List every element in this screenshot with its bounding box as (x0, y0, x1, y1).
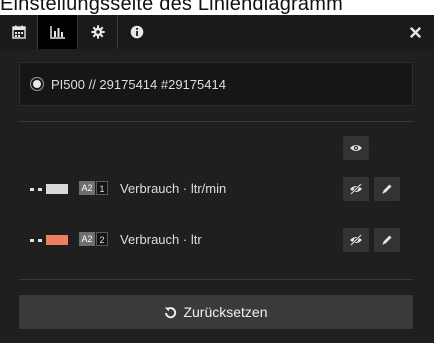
calendar-icon (11, 25, 26, 39)
line-style-icon (30, 239, 42, 242)
page-caption: Einstellungsseite des Liniendiagramm (0, 0, 343, 15)
close-button[interactable] (406, 23, 424, 41)
pencil-icon (382, 235, 392, 245)
reset-button[interactable]: Zurücksetzen (19, 295, 413, 329)
axis-badge: A2 (79, 181, 95, 195)
series-label: Verbrauch · ltr (120, 232, 202, 247)
tab-bar (0, 15, 434, 49)
series-color-swatch[interactable] (46, 184, 68, 194)
series-color-swatch[interactable] (46, 235, 68, 245)
divider (19, 121, 413, 122)
data-source-label: PI500 // 29175414 #29175414 (51, 76, 226, 92)
info-icon (130, 25, 144, 39)
gear-icon (90, 25, 105, 39)
toggle-all-visibility-button[interactable] (343, 136, 369, 160)
edit-series-button[interactable] (374, 177, 400, 201)
line-style-icon (30, 188, 42, 191)
settings-panel: PI500 // 29175414 #29175414 A2 1 Verbrau… (0, 15, 434, 343)
hide-series-button[interactable] (343, 177, 369, 201)
pencil-icon (382, 184, 392, 194)
series-label: Verbrauch · ltr/min (120, 181, 227, 196)
series-number-badge: 2 (96, 232, 108, 246)
tab-chart[interactable] (38, 15, 78, 49)
eye-slash-icon (350, 234, 362, 246)
tab-calendar[interactable] (0, 15, 38, 49)
series-row: A2 1 Verbrauch · ltr/min (0, 177, 434, 201)
tab-settings[interactable] (78, 15, 118, 49)
eye-slash-icon (350, 183, 362, 195)
radio-button[interactable] (33, 80, 41, 88)
close-icon (409, 26, 421, 38)
tab-info[interactable] (118, 15, 156, 49)
undo-icon (164, 306, 177, 319)
hide-series-button[interactable] (343, 228, 369, 252)
eye-icon (350, 145, 362, 151)
series-row: A2 2 Verbrauch · ltr (0, 228, 434, 252)
reset-label: Zurücksetzen (183, 304, 268, 320)
divider (19, 279, 413, 280)
data-source-option[interactable]: PI500 // 29175414 #29175414 (19, 62, 413, 106)
bar-chart-icon (49, 26, 65, 39)
series-number-badge: 1 (96, 181, 108, 195)
axis-badge: A2 (79, 232, 95, 246)
edit-series-button[interactable] (374, 228, 400, 252)
